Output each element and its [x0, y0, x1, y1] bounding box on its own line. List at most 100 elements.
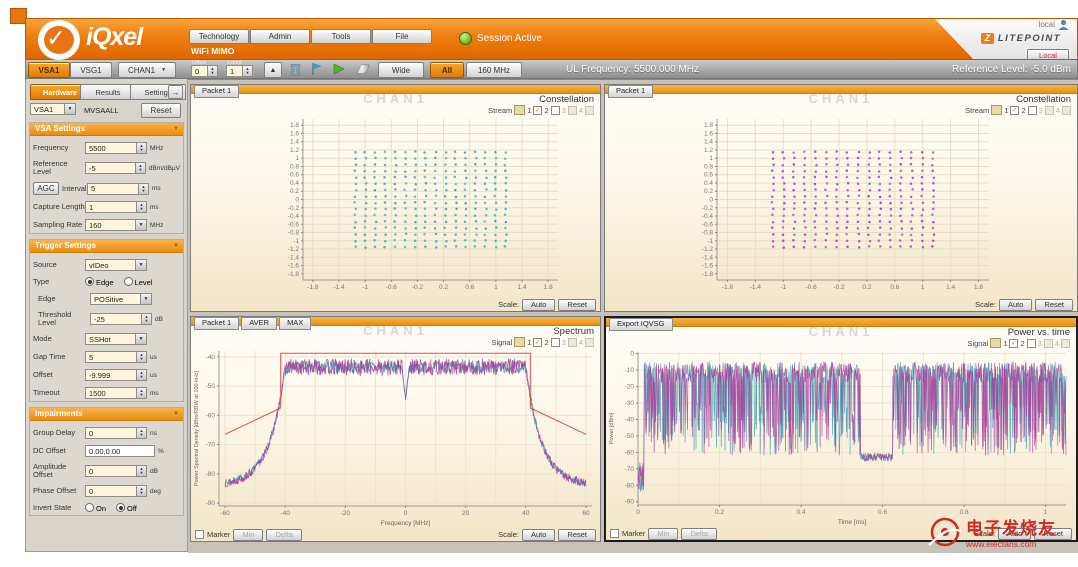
agc-button[interactable]: AGC: [33, 182, 59, 195]
device-select[interactable]: VSA1▼: [30, 103, 76, 115]
offset-stepper[interactable]: 0▲▼: [191, 65, 218, 77]
svg-text:-70: -70: [625, 466, 635, 473]
phase-offset-field[interactable]: 0▲▼: [85, 485, 147, 497]
panel-tab-aver[interactable]: AVER: [241, 317, 277, 330]
scale-auto-button[interactable]: Auto: [522, 299, 555, 311]
capture-length-field[interactable]: 1▲▼: [85, 201, 147, 213]
stream-checkbox-1[interactable]: ✓: [1010, 106, 1019, 115]
menu-technology-button[interactable]: Technology: [189, 29, 249, 44]
legend-icon[interactable]: [990, 338, 1001, 348]
mode-field[interactable]: SSHot▼: [85, 333, 147, 345]
frequency-field[interactable]: 5500▲▼: [85, 142, 147, 154]
stream-checkbox-4[interactable]: [585, 106, 594, 115]
scale-reset-button[interactable]: Reset: [558, 299, 596, 311]
count-stepper[interactable]: 1▲▼: [226, 65, 253, 77]
stream-checkbox-2[interactable]: [1027, 339, 1036, 348]
legend-icon[interactable]: [514, 105, 525, 115]
menu-file-button[interactable]: File: [372, 29, 432, 44]
svg-text:-1.8: -1.8: [702, 271, 714, 278]
scale-reset-button[interactable]: Reset: [558, 529, 596, 541]
svg-text:0.4: 0.4: [290, 180, 299, 187]
panel-tab-packet-1[interactable]: Packet 1: [608, 85, 653, 98]
capture-upload-button[interactable]: ▲: [264, 62, 282, 78]
all-button[interactable]: All: [430, 62, 464, 78]
radio-off[interactable]: Off: [116, 503, 137, 513]
wide-button[interactable]: Wide: [378, 62, 424, 78]
svg-text:0.8: 0.8: [290, 163, 299, 170]
channel-select[interactable]: CHAN1▼: [118, 62, 176, 78]
settings-row: Group Delay0▲▼ns: [30, 427, 183, 439]
vsg1-button[interactable]: VSG1: [70, 62, 112, 78]
legend-icon[interactable]: [991, 105, 1002, 115]
panel-legend: Stream1✓234: [191, 105, 600, 115]
stream-checkbox-2[interactable]: [551, 106, 560, 115]
flag-marker-icon[interactable]: [310, 62, 324, 76]
svg-text:1.4: 1.4: [946, 284, 955, 291]
edge-field[interactable]: POSitive▼: [90, 293, 152, 305]
local-user-label: local: [1039, 20, 1055, 29]
stream-checkbox-1[interactable]: ✓: [533, 338, 542, 347]
gap-time-field[interactable]: 5▲▼: [85, 351, 147, 363]
scale-auto-button[interactable]: Auto: [999, 299, 1032, 311]
trash-icon[interactable]: [288, 62, 302, 76]
panel-tab-max[interactable]: MAX: [279, 317, 311, 330]
stream-checkbox-4[interactable]: [1062, 106, 1071, 115]
svg-text:1.8: 1.8: [544, 284, 553, 291]
radio-on[interactable]: On: [85, 503, 106, 513]
stream-checkbox-1[interactable]: ✓: [1009, 339, 1018, 348]
marker-min-button[interactable]: Min: [648, 528, 678, 540]
svg-text:-1: -1: [293, 238, 299, 245]
marker-min-button[interactable]: Min: [233, 529, 263, 541]
panel-tab-packet-1[interactable]: Packet 1: [194, 317, 239, 330]
vsa1-button[interactable]: VSA1: [28, 62, 70, 78]
eraser-icon[interactable]: [356, 62, 370, 76]
amplitude-offset-field[interactable]: 0▲▼: [85, 465, 147, 477]
scale-reset-button[interactable]: Reset: [1035, 299, 1073, 311]
legend-icon[interactable]: [514, 337, 525, 347]
stream-checkbox-1[interactable]: ✓: [533, 106, 542, 115]
svg-text:1.8: 1.8: [974, 284, 983, 291]
stream-checkbox-3[interactable]: [568, 106, 577, 115]
settings-row: ModeSSHot▼: [30, 333, 183, 345]
stream-checkbox-3[interactable]: [1044, 339, 1053, 348]
panel-title-strip: [606, 318, 1076, 327]
sampling-rate-field[interactable]: 160▼: [85, 219, 147, 231]
marker-checkbox[interactable]: [610, 529, 619, 538]
stream-checkbox-3[interactable]: [568, 338, 577, 347]
group-delay-field[interactable]: 0▲▼: [85, 427, 147, 439]
svg-text:-40: -40: [625, 416, 635, 423]
marker-delta-button[interactable]: Delta: [266, 529, 302, 541]
settings-row: TypeEdgeLevel: [30, 277, 183, 287]
play-icon[interactable]: [332, 62, 346, 76]
menu-tools-button[interactable]: Tools: [311, 29, 371, 44]
section-header[interactable]: Trigger Settings▼: [30, 240, 183, 253]
stream-checkbox-4[interactable]: [585, 338, 594, 347]
scale-auto-button[interactable]: Auto: [522, 529, 555, 541]
source-field[interactable]: vIDeo▼: [85, 259, 147, 271]
panel-tab-packet-1[interactable]: Packet 1: [194, 85, 239, 98]
sidebar-collapse-button[interactable]: →: [168, 85, 183, 99]
offset-field[interactable]: -9.999▲▼: [85, 369, 147, 381]
menu-admin-button[interactable]: Admin: [250, 29, 310, 44]
reference-level-field[interactable]: -5▲▼: [85, 162, 146, 174]
marker-delta-button[interactable]: Delta: [681, 528, 717, 540]
radio-edge[interactable]: Edge: [85, 277, 114, 287]
stream-checkbox-4[interactable]: [1061, 339, 1070, 348]
panel-tab-export-iqvsg[interactable]: Export IQVSG: [609, 318, 673, 331]
dc-offset-field[interactable]: 0.00,0.00: [85, 445, 155, 457]
interval-field[interactable]: 5▲▼: [87, 183, 149, 195]
threshold-level-field[interactable]: -25▲▼: [90, 313, 152, 325]
panel-title-strip: [191, 85, 600, 94]
section-header[interactable]: VSA Settings▼: [30, 123, 183, 136]
reset-button[interactable]: Reset: [141, 103, 181, 118]
bandwidth-button[interactable]: 160 MHz: [466, 62, 522, 78]
section-header[interactable]: Impairments▼: [30, 408, 183, 421]
sidebar-tab-results[interactable]: Results: [80, 84, 136, 100]
radio-level[interactable]: Level: [124, 277, 153, 287]
stream-checkbox-3[interactable]: [1045, 106, 1054, 115]
marker-checkbox[interactable]: [195, 530, 204, 539]
stream-checkbox-2[interactable]: [551, 338, 560, 347]
timeout-field[interactable]: 1500▲▼: [85, 387, 147, 399]
settings-sidebar: HardwareResultsSettings → VSA1▼ MVSAALL …: [25, 79, 188, 552]
stream-checkbox-2[interactable]: [1028, 106, 1037, 115]
